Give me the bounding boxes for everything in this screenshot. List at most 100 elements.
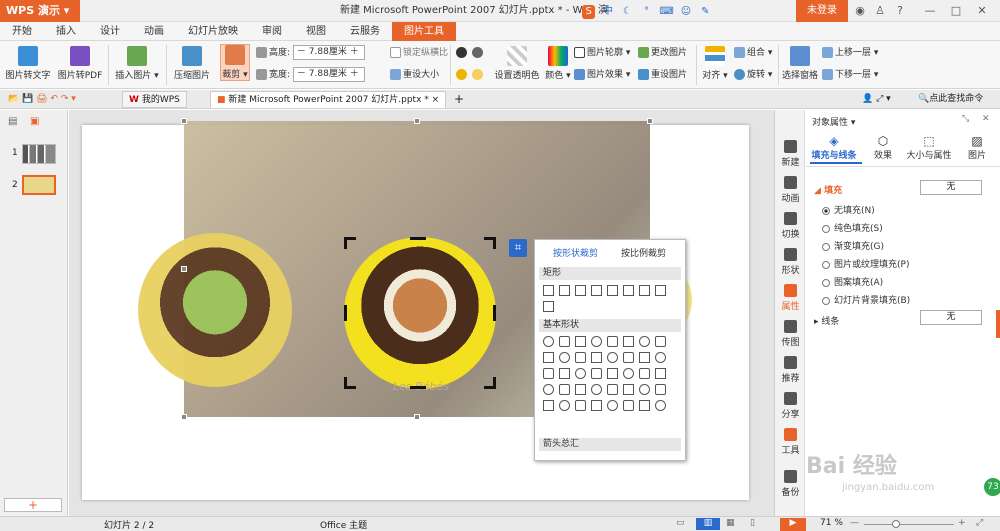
crop-shape-option[interactable] bbox=[543, 336, 554, 347]
pin-icon[interactable]: ⤡ bbox=[962, 114, 969, 124]
crop-handle-bottom[interactable] bbox=[410, 386, 426, 389]
tab-design[interactable]: 设计 bbox=[88, 22, 132, 41]
toolbar-tools[interactable]: 👤 ⤢ ▾ bbox=[856, 91, 897, 108]
crop-handle-top[interactable] bbox=[410, 237, 426, 240]
crop-shape-option[interactable] bbox=[639, 368, 650, 379]
slides-view-icon[interactable]: ▣ bbox=[30, 116, 39, 127]
crop-handle-bottom-right[interactable] bbox=[484, 377, 496, 389]
keyboard-icon[interactable]: ⌨ bbox=[659, 5, 673, 19]
chinese-mode-icon[interactable]: 中 bbox=[601, 5, 614, 19]
bring-forward-button[interactable]: 上移一层 ▾ bbox=[822, 45, 878, 61]
crop-shape-option[interactable] bbox=[543, 400, 554, 411]
wrench-icon[interactable]: ✎ bbox=[699, 5, 712, 19]
crop-shape-option[interactable] bbox=[607, 400, 618, 411]
crop-shape-option[interactable] bbox=[639, 336, 650, 347]
tab-animation[interactable]: 动画 bbox=[132, 22, 176, 41]
crop-shape-option[interactable] bbox=[591, 352, 602, 363]
shirt-icon[interactable]: ♙ bbox=[872, 3, 888, 19]
side-shape[interactable]: 形状 bbox=[775, 248, 806, 276]
reading-view-icon[interactable]: ▯ bbox=[750, 518, 755, 528]
add-slide-button[interactable]: + bbox=[4, 498, 62, 512]
crop-shape-option[interactable] bbox=[623, 336, 634, 347]
set-transparent-button[interactable]: 设置透明色 bbox=[490, 46, 544, 81]
crop-shape-option[interactable] bbox=[639, 352, 650, 363]
panel-expand-handle[interactable] bbox=[996, 310, 1000, 338]
color-button[interactable]: 颜色 ▾ bbox=[544, 46, 572, 81]
brightness-up-button[interactable] bbox=[456, 67, 469, 83]
crop-shape-option[interactable] bbox=[623, 352, 634, 363]
send-backward-button[interactable]: 下移一层 ▾ bbox=[822, 67, 878, 83]
crop-shape-option[interactable] bbox=[559, 368, 570, 379]
side-share[interactable]: 分享 bbox=[775, 392, 806, 420]
side-backup[interactable]: 备份 bbox=[775, 470, 806, 498]
crop-shape-option[interactable] bbox=[655, 400, 666, 411]
app-menu-button[interactable]: WPS 演示 ▾ bbox=[0, 0, 80, 22]
crop-handle-right[interactable] bbox=[493, 305, 496, 321]
tab-picture[interactable]: ▨ 图片 bbox=[962, 134, 992, 161]
width-field[interactable]: － 7.88厘米 ＋ bbox=[292, 67, 365, 82]
resize-handle[interactable] bbox=[414, 414, 420, 420]
tab-slideshow[interactable]: 幻灯片放映 bbox=[176, 22, 250, 41]
crop-shape-option[interactable] bbox=[559, 400, 570, 411]
tab-fill-line[interactable]: ◈ 填充与线条 bbox=[810, 134, 858, 161]
zoom-out-icon[interactable]: — bbox=[850, 518, 859, 528]
crop-button[interactable]: 裁剪 ▾ bbox=[220, 44, 250, 81]
brightness-down-button[interactable] bbox=[472, 67, 485, 83]
skin-icon[interactable]: ◉ bbox=[852, 3, 868, 19]
radio-solid-fill[interactable]: 纯色填充(S) bbox=[822, 221, 883, 234]
pic-to-pdf-button[interactable]: 图片转PDF bbox=[56, 46, 104, 81]
crop-options-icon[interactable]: ⌗ bbox=[509, 239, 527, 257]
group-button[interactable]: 组合 ▾ bbox=[734, 45, 772, 61]
zoom-in-icon[interactable]: + bbox=[958, 518, 966, 528]
line-select[interactable]: 无 bbox=[920, 310, 982, 325]
crop-shape-option[interactable] bbox=[591, 384, 602, 395]
moon-icon[interactable]: ☾ bbox=[621, 5, 634, 19]
crop-shape-option[interactable] bbox=[655, 352, 666, 363]
radio-pattern-fill[interactable]: 图案填充(A) bbox=[822, 275, 883, 288]
crop-shape-option[interactable] bbox=[655, 336, 666, 347]
tab-cloud[interactable]: 云服务 bbox=[338, 22, 392, 41]
side-upload-pic[interactable]: 传图 bbox=[775, 320, 806, 348]
picture-effect-button[interactable]: 图片效果 ▾ bbox=[574, 67, 630, 83]
panel-close-icon[interactable]: ✕ bbox=[982, 114, 990, 124]
tab-effect[interactable]: ⬡ 效果 bbox=[868, 134, 898, 161]
crop-shape-option[interactable] bbox=[591, 368, 602, 379]
crop-shape-option[interactable] bbox=[655, 384, 666, 395]
reset-size-button[interactable]: 重设大小 bbox=[390, 67, 439, 83]
tab-picture-tools[interactable]: 图片工具 bbox=[392, 22, 456, 41]
crop-shape-option[interactable] bbox=[639, 400, 650, 411]
crop-shape-option[interactable] bbox=[575, 285, 586, 296]
line-section[interactable]: ▸ 线条 bbox=[814, 314, 839, 327]
radio-no-fill[interactable]: 无填充(N) bbox=[822, 203, 875, 216]
slide-thumbnail-1[interactable] bbox=[22, 144, 56, 164]
side-transition[interactable]: 切换 bbox=[775, 212, 806, 240]
crop-shape-option[interactable] bbox=[607, 336, 618, 347]
outline-view-icon[interactable]: ▤ bbox=[8, 116, 17, 127]
sogou-icon[interactable]: S bbox=[582, 4, 596, 19]
selection-pane-button[interactable]: 选择窗格 bbox=[782, 46, 818, 81]
crop-shape-option[interactable] bbox=[575, 352, 586, 363]
crop-shape-option[interactable] bbox=[607, 285, 618, 296]
radio-gradient-fill[interactable]: 渐变填充(G) bbox=[822, 239, 884, 252]
tab-size-property[interactable]: ⬚ 大小与属性 bbox=[904, 134, 954, 161]
tab-crop-by-shape[interactable]: 按形状裁剪 bbox=[553, 246, 598, 259]
panel-header[interactable]: 对象属性 ▾ bbox=[812, 115, 855, 128]
reset-picture-button[interactable]: 重设图片 bbox=[638, 67, 687, 83]
close-tab-icon[interactable]: × bbox=[432, 95, 440, 105]
crop-shape-option[interactable] bbox=[575, 336, 586, 347]
crop-shape-option[interactable] bbox=[623, 285, 634, 296]
crop-shape-option[interactable] bbox=[607, 384, 618, 395]
cupcake-circle-center[interactable] bbox=[344, 237, 496, 389]
slide-thumbnail-2[interactable] bbox=[22, 175, 56, 195]
crop-shape-option[interactable] bbox=[623, 368, 634, 379]
resize-handle[interactable] bbox=[181, 118, 187, 124]
maximize-icon[interactable]: □ bbox=[948, 3, 964, 19]
tab-crop-by-ratio[interactable]: 按比例裁剪 bbox=[621, 246, 666, 259]
crop-shape-option[interactable] bbox=[575, 368, 586, 379]
change-picture-button[interactable]: 更改图片 bbox=[638, 45, 687, 61]
normal-view-icon[interactable]: ▥ bbox=[696, 518, 720, 530]
crop-shape-option[interactable] bbox=[559, 352, 570, 363]
crop-shape-option[interactable] bbox=[559, 384, 570, 395]
side-new[interactable]: 新建 bbox=[775, 140, 806, 168]
new-tab-button[interactable]: + bbox=[448, 91, 470, 108]
